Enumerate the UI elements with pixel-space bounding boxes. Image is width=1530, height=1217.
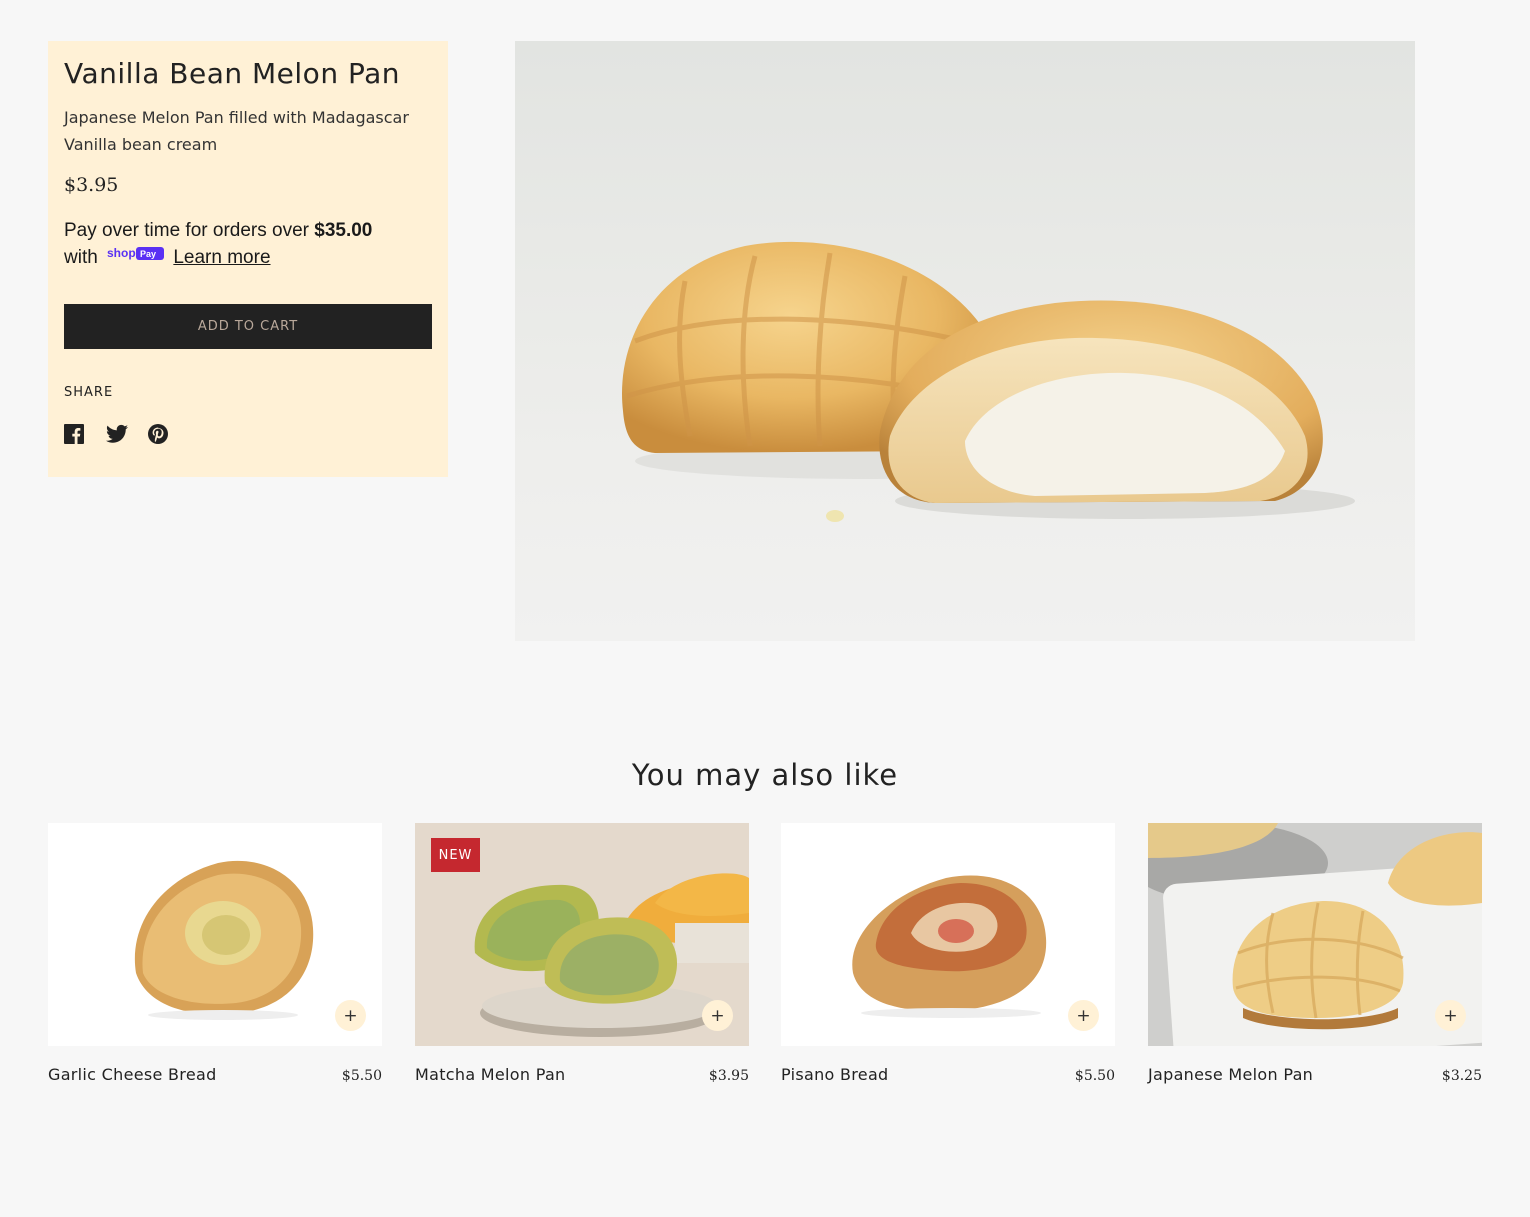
product-description: Japanese Melon Pan filled with Madagasca… bbox=[64, 108, 409, 154]
product-card[interactable]: + Japanese Melon Pan $3.25 bbox=[1148, 823, 1482, 1113]
quick-add-button[interactable]: + bbox=[702, 1000, 733, 1031]
share-icons bbox=[64, 424, 432, 446]
add-to-cart-button[interactable]: ADD TO CART bbox=[64, 304, 432, 350]
facebook-icon[interactable] bbox=[64, 424, 86, 446]
product-card[interactable]: + Pisano Bread $5.50 bbox=[781, 823, 1115, 1113]
product-card-title[interactable]: Matcha Melon Pan bbox=[415, 1065, 566, 1084]
product-info-panel: Vanilla Bean Melon Pan Japanese Melon Pa… bbox=[48, 41, 448, 477]
product-card-meta: Matcha Melon Pan $3.95 bbox=[415, 1065, 749, 1084]
installments-message: Pay over time for orders over $35.00 wit… bbox=[64, 217, 432, 271]
shop-pay-logo: shop Pay bbox=[107, 242, 165, 269]
share-label: SHARE bbox=[64, 385, 114, 401]
product-card-title[interactable]: Garlic Cheese Bread bbox=[48, 1065, 217, 1084]
product-card-title[interactable]: Pisano Bread bbox=[781, 1065, 889, 1084]
installments-prefix: Pay over time for orders over bbox=[64, 220, 309, 241]
product-image[interactable] bbox=[515, 41, 1415, 641]
pinterest-icon[interactable] bbox=[148, 424, 170, 446]
product-card-price: $3.95 bbox=[708, 1068, 749, 1084]
product-card-price: $3.25 bbox=[1441, 1068, 1482, 1084]
product-title: Vanilla Bean Melon Pan bbox=[64, 57, 400, 90]
product-card[interactable]: NEW + Matcha Melon Pan $3.95 bbox=[415, 823, 749, 1113]
quick-add-button[interactable]: + bbox=[1068, 1000, 1099, 1031]
product-card-meta: Pisano Bread $5.50 bbox=[781, 1065, 1115, 1084]
product-card-image[interactable]: NEW + bbox=[415, 823, 749, 1046]
product-card-price: $5.50 bbox=[341, 1068, 382, 1084]
quick-add-button[interactable]: + bbox=[335, 1000, 366, 1031]
quick-add-button[interactable]: + bbox=[1435, 1000, 1466, 1031]
product-card-meta: Garlic Cheese Bread $5.50 bbox=[48, 1065, 382, 1084]
product-card[interactable]: + Garlic Cheese Bread $5.50 bbox=[48, 823, 382, 1113]
learn-more-link[interactable]: Learn more bbox=[173, 247, 270, 268]
installments-with: with bbox=[64, 247, 98, 268]
product-card-image[interactable]: + bbox=[781, 823, 1115, 1046]
svg-text:Pay: Pay bbox=[140, 249, 156, 259]
related-section-title: You may also like bbox=[631, 758, 899, 792]
twitter-icon[interactable] bbox=[106, 424, 128, 446]
product-card-price: $5.50 bbox=[1074, 1068, 1115, 1084]
installments-threshold: $35.00 bbox=[314, 220, 373, 241]
svg-text:shop: shop bbox=[107, 246, 136, 260]
new-badge: NEW bbox=[431, 838, 480, 872]
product-card-title[interactable]: Japanese Melon Pan bbox=[1148, 1065, 1313, 1084]
product-price: $3.95 bbox=[64, 174, 119, 196]
product-card-meta: Japanese Melon Pan $3.25 bbox=[1148, 1065, 1482, 1084]
product-card-image[interactable]: + bbox=[48, 823, 382, 1046]
product-card-image[interactable]: + bbox=[1148, 823, 1482, 1046]
